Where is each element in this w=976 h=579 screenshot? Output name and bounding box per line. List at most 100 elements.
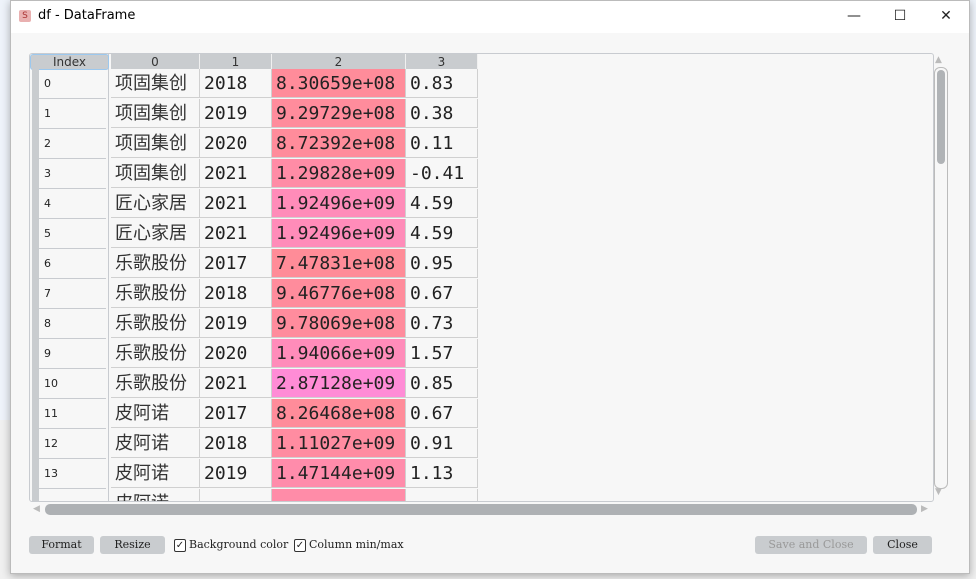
index-row-header[interactable] [32,489,106,501]
index-row-header[interactable]: 7 [32,279,106,309]
index-row-header[interactable]: 8 [32,309,106,339]
row-selector[interactable] [32,129,39,159]
horizontal-scrollbar[interactable] [45,504,917,515]
table-cell[interactable]: 2021 [200,219,272,248]
row-selector[interactable] [32,309,39,339]
table-cell[interactable]: 2020 [200,129,272,158]
index-row-header[interactable]: 10 [32,369,106,399]
scroll-up-icon[interactable]: ▲ [935,55,942,65]
row-selector[interactable] [32,159,39,189]
row-selector[interactable] [32,219,39,249]
column-header[interactable]: 1 [200,54,272,69]
row-selector[interactable] [32,249,39,279]
table-cell[interactable]: 8.30659e+08 [272,69,406,98]
table-cell[interactable]: 2019 [200,99,272,128]
table-cell[interactable]: 皮阿诺 [111,489,200,501]
table-cell[interactable]: 1.94066e+09 [272,339,406,368]
index-row-header[interactable]: 0 [32,69,106,99]
row-selector[interactable] [32,369,39,399]
row-selector[interactable] [32,189,39,219]
table-cell[interactable]: 乐歌股份 [111,339,200,368]
close-window-button[interactable]: ✕ [923,1,969,33]
table-cell[interactable]: 2017 [200,399,272,428]
table-cell[interactable]: 0.67 [406,279,478,308]
index-row-header[interactable]: 2 [32,129,106,159]
table-cell[interactable]: 0.83 [406,69,478,98]
index-row-header[interactable]: 9 [32,339,106,369]
column-header[interactable]: 0 [111,54,200,69]
table-cell[interactable]: 9.46776e+08 [272,279,406,308]
table-cell[interactable]: 项固集创 [111,69,200,98]
table-cell[interactable]: 皮阿诺 [111,459,200,488]
table-cell[interactable]: 2021 [200,189,272,218]
table-cell[interactable]: 0.38 [406,99,478,128]
table-cell[interactable]: 1.29828e+09 [272,159,406,188]
table-cell[interactable]: 2018 [200,429,272,458]
index-row-header[interactable]: 6 [32,249,106,279]
scroll-left-icon[interactable]: ◀ [33,504,40,514]
row-selector[interactable] [32,489,39,501]
index-header[interactable]: Index [30,54,109,70]
table-cell[interactable]: 2020 [200,339,272,368]
table-cell[interactable]: 7.47831e+08 [272,249,406,278]
table-cell[interactable]: 项固集创 [111,129,200,158]
table-cell[interactable]: 1.13 [406,459,478,488]
index-row-header[interactable]: 11 [32,399,106,429]
table-cell[interactable]: 2021 [200,159,272,188]
index-row-header[interactable]: 4 [32,189,106,219]
minimize-button[interactable]: — [831,1,877,33]
table-cell[interactable]: 1.92496e+09 [272,219,406,248]
table-cell[interactable]: 0.95 [406,249,478,278]
scroll-down-icon[interactable]: ▼ [935,487,942,497]
index-row-header[interactable]: 1 [32,99,106,129]
row-selector[interactable] [32,339,39,369]
table-cell[interactable]: 乐歌股份 [111,369,200,398]
vertical-scrollbar[interactable] [934,67,948,489]
table-cell[interactable] [406,489,478,501]
table-cell[interactable]: 2019 [200,459,272,488]
row-selector[interactable] [32,399,39,429]
table-cell[interactable]: 1.47144e+09 [272,459,406,488]
row-selector[interactable] [32,279,39,309]
table-cell[interactable]: 0.91 [406,429,478,458]
index-row-header[interactable]: 13 [32,459,106,489]
row-selector[interactable] [32,99,39,129]
table-cell[interactable]: 0.11 [406,129,478,158]
table-cell[interactable]: 乐歌股份 [111,279,200,308]
table-cell[interactable]: 匠心家居 [111,219,200,248]
table-cell[interactable]: 皮阿诺 [111,429,200,458]
table-cell[interactable]: 0.85 [406,369,478,398]
table-cell[interactable]: 项固集创 [111,99,200,128]
table-cell[interactable]: 8.72392e+08 [272,129,406,158]
table-cell[interactable]: 1.11027e+09 [272,429,406,458]
resize-button[interactable]: Resize [100,536,165,554]
row-selector[interactable] [32,459,39,489]
table-cell[interactable]: -0.41 [406,159,478,188]
table-cell[interactable]: 8.26468e+08 [272,399,406,428]
table-cell[interactable]: 0.73 [406,309,478,338]
table-cell[interactable]: 匠心家居 [111,189,200,218]
table-cell[interactable]: 2018 [200,69,272,98]
table-cell[interactable]: 0.67 [406,399,478,428]
row-selector[interactable] [32,69,39,99]
index-row-header[interactable]: 12 [32,429,106,459]
row-selector[interactable] [32,429,39,459]
vertical-scroll-thumb[interactable] [937,70,945,164]
table-cell[interactable]: 乐歌股份 [111,309,200,338]
table-cell[interactable]: 2.87128e+09 [272,369,406,398]
index-row-header[interactable]: 5 [32,219,106,249]
table-cell[interactable]: 项固集创 [111,159,200,188]
table-cell[interactable]: 4.59 [406,189,478,218]
scroll-right-icon[interactable]: ▶ [921,504,928,514]
table-cell[interactable]: 2019 [200,309,272,338]
column-header[interactable]: 3 [406,54,478,69]
table-cell[interactable]: 2021 [200,369,272,398]
table-cell[interactable]: 2018 [200,279,272,308]
maximize-button[interactable]: ☐ [877,1,923,33]
save-and-close-button[interactable]: Save and Close [755,536,867,554]
column-header[interactable]: 2 [272,54,406,69]
table-cell[interactable]: 9.78069e+08 [272,309,406,338]
table-cell[interactable]: 乐歌股份 [111,249,200,278]
table-cell[interactable]: 4.59 [406,219,478,248]
table-cell[interactable]: 9.29729e+08 [272,99,406,128]
